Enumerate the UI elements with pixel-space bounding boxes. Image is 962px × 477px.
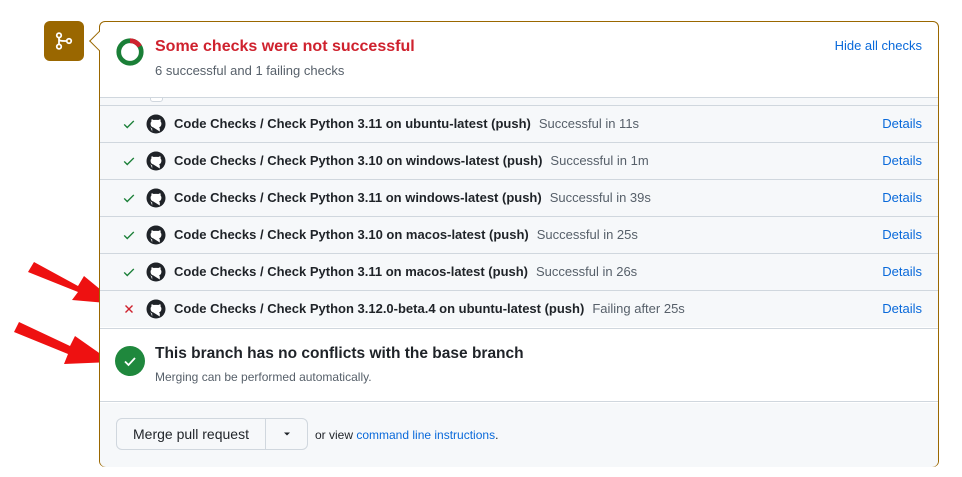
details-link[interactable]: Details bbox=[882, 190, 922, 205]
check-label: Code Checks / Check Python 3.12.0-beta.4… bbox=[174, 301, 685, 316]
mergeability-subtitle: Merging can be performed automatically. bbox=[155, 370, 372, 384]
checks-summary-subtitle: 6 successful and 1 failing checks bbox=[155, 63, 345, 78]
details-link[interactable]: Details bbox=[882, 264, 922, 279]
check-icon bbox=[123, 120, 135, 129]
check-row: Code Checks / Check Python 3.11 on macos… bbox=[100, 253, 938, 290]
merge-actions: Merge pull request or view command line … bbox=[100, 403, 938, 467]
github-icon bbox=[146, 188, 166, 208]
mergeability-status: This branch has no conflicts with the ba… bbox=[100, 328, 938, 402]
check-icon bbox=[123, 194, 135, 203]
check-status-text: Successful in 39s bbox=[549, 190, 651, 205]
check-row-failing: Code Checks / Check Python 3.12.0-beta.4… bbox=[100, 290, 938, 327]
check-label: Code Checks / Check Python 3.10 on macos… bbox=[174, 227, 638, 242]
check-status-text: Successful in 25s bbox=[536, 227, 638, 242]
git-branch-icon bbox=[44, 21, 84, 61]
github-icon bbox=[146, 299, 166, 319]
checks-donut-icon bbox=[116, 38, 144, 66]
merge-box: Some checks were not successful 6 succes… bbox=[89, 21, 939, 467]
check-circle-icon bbox=[115, 346, 145, 376]
details-link[interactable]: Details bbox=[882, 116, 922, 131]
command-line-hint: or view command line instructions. bbox=[315, 428, 499, 442]
command-line-instructions-link[interactable]: command line instructions bbox=[356, 428, 495, 442]
check-status-text: Successful in 11s bbox=[538, 116, 640, 131]
details-link[interactable]: Details bbox=[882, 153, 922, 168]
checks-summary: Some checks were not successful 6 succes… bbox=[100, 22, 938, 98]
check-label: Code Checks / Check Python 3.10 on windo… bbox=[174, 153, 649, 168]
check-label: Code Checks / Check Python 3.11 on windo… bbox=[174, 190, 651, 205]
x-icon bbox=[125, 305, 133, 313]
check-status-text: Failing after 25s bbox=[592, 301, 685, 316]
check-label: Code Checks / Check Python 3.11 on ubunt… bbox=[174, 116, 640, 131]
check-row: Code Checks / Check Python 3.11 on ubunt… bbox=[100, 105, 938, 142]
check-status-text: Successful in 1m bbox=[550, 153, 649, 168]
check-icon bbox=[123, 231, 135, 240]
merge-button-group: Merge pull request bbox=[116, 418, 308, 450]
merge-pull-request-button[interactable]: Merge pull request bbox=[117, 419, 266, 449]
check-status-text: Successful in 26s bbox=[536, 264, 638, 279]
merge-method-dropdown[interactable] bbox=[266, 419, 307, 449]
github-icon bbox=[146, 151, 166, 171]
check-row: Code Checks / Check Python 3.10 on macos… bbox=[100, 216, 938, 253]
check-icon bbox=[123, 157, 135, 166]
triangle-down-icon bbox=[283, 432, 290, 436]
details-link[interactable]: Details bbox=[882, 227, 922, 242]
checks-list[interactable]: Code Checks / Check Python 3.11 on ubunt… bbox=[100, 105, 938, 327]
check-label: Code Checks / Check Python 3.11 on macos… bbox=[174, 264, 638, 279]
github-icon bbox=[146, 225, 166, 245]
github-icon bbox=[146, 262, 166, 282]
mergeability-title: This branch has no conflicts with the ba… bbox=[155, 345, 524, 362]
check-icon bbox=[123, 268, 135, 277]
check-row: Code Checks / Check Python 3.10 on windo… bbox=[100, 142, 938, 179]
details-link[interactable]: Details bbox=[882, 301, 922, 316]
check-row: Code Checks / Check Python 3.11 on windo… bbox=[100, 179, 938, 216]
hide-all-checks-link[interactable]: Hide all checks bbox=[835, 38, 922, 53]
github-icon bbox=[146, 114, 166, 134]
checks-summary-title: Some checks were not successful bbox=[155, 38, 415, 55]
checks-list-scroll-edge bbox=[100, 98, 938, 105]
